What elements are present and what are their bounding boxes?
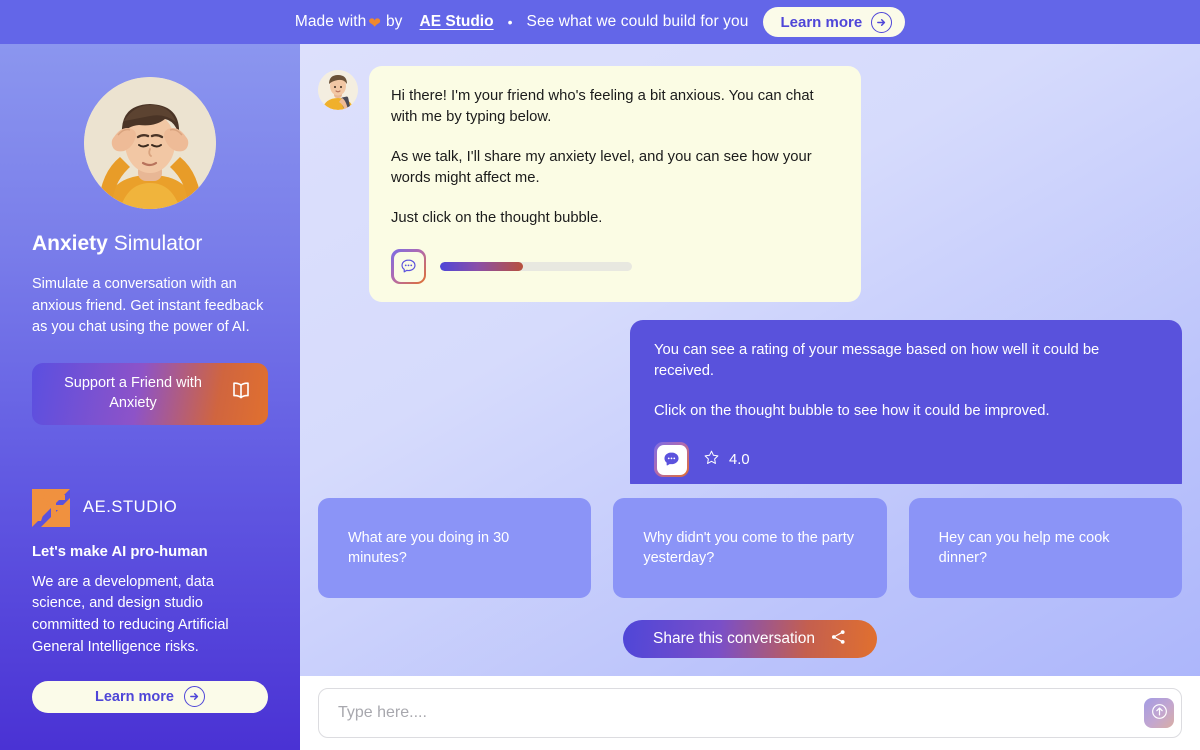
body-row: Anxiety Simulator Simulate a conversatio…	[0, 44, 1200, 750]
banner-learn-more-label: Learn more	[780, 13, 863, 31]
bot-message-bubble: Hi there! I'm your friend who's feeling …	[369, 66, 861, 302]
thought-bubble-button[interactable]	[391, 249, 426, 284]
support-button-label: Support a Friend with Anxiety	[64, 374, 202, 411]
bot-paragraph-1: Hi there! I'm your friend who's feeling …	[391, 88, 814, 125]
suggestion-card-3[interactable]: Hey can you help me cook dinner?	[908, 498, 1182, 598]
suggestion-card-1[interactable]: What are you doing in 30 minutes?	[318, 498, 592, 598]
suggestion-list: What are you doing in 30 minutes? Why di…	[300, 498, 1200, 598]
thought-bubble-icon	[656, 444, 687, 475]
page-title-rest: Simulator	[107, 232, 203, 255]
thought-bubble-icon	[393, 251, 424, 282]
sidebar-learn-more-button[interactable]: Learn more	[32, 680, 268, 713]
sidebar-learn-more-label: Learn more	[95, 688, 174, 705]
suggestion-card-2[interactable]: Why didn't you come to the party yesterd…	[613, 498, 887, 598]
ae-studio-header: AE.STUDIO	[32, 488, 268, 527]
banner-separator: •	[507, 14, 513, 30]
support-a-friend-button[interactable]: Support a Friend with Anxiety	[32, 362, 268, 425]
share-button-label: Share this conversation	[653, 630, 815, 647]
anxiety-level-fill	[440, 262, 523, 271]
ae-studio-block: AE.STUDIO Let's make AI pro-human We are…	[32, 488, 268, 713]
share-row: Share this conversation	[300, 620, 1200, 658]
promo-banner: Made with ❤ by AE Studio • See what we c…	[0, 0, 1200, 44]
ae-studio-logo-icon	[32, 488, 70, 527]
chat-message-list: Hi there! I'm your friend who's feeling …	[300, 44, 1200, 484]
banner-by: by	[385, 13, 403, 30]
anxiety-level-bar	[440, 262, 632, 271]
sidebar: Anxiety Simulator Simulate a conversatio…	[0, 44, 300, 750]
banner-prefix: Made with	[294, 13, 367, 30]
arrow-right-circle-icon	[183, 686, 205, 708]
arrow-up-circle-icon	[1150, 702, 1169, 724]
star-outline-icon	[703, 449, 720, 470]
suggestion-label: Hey can you help me cook dinner?	[938, 529, 1110, 566]
open-book-icon	[230, 380, 252, 407]
chat-message-bot: Hi there! I'm your friend who's feeling …	[318, 66, 1182, 302]
bot-paragraph-3: Just click on the thought bubble.	[391, 210, 603, 226]
share-nodes-icon	[829, 628, 847, 651]
banner-tagline: See what we could build for you	[526, 13, 749, 30]
user-message-meta: 4.0	[654, 442, 1158, 477]
send-message-button[interactable]	[1144, 698, 1174, 728]
app-description: Simulate a conversation with an anxious …	[32, 276, 264, 336]
ae-studio-name: AE.STUDIO	[83, 498, 178, 517]
user-paragraph-1: You can see a rating of your message bas…	[654, 342, 1100, 379]
suggestion-label: Why didn't you come to the party yesterd…	[643, 529, 855, 566]
message-rating: 4.0	[703, 449, 750, 470]
arrow-right-circle-icon	[871, 11, 893, 33]
app-root: Made with ❤ by AE Studio • See what we c…	[0, 0, 1200, 750]
thought-bubble-button[interactable]	[654, 442, 689, 477]
composer-bar	[300, 676, 1200, 750]
ae-studio-tagline: Let's make AI pro-human	[32, 543, 208, 560]
composer-input-shell	[318, 688, 1182, 738]
ae-studio-link[interactable]: AE Studio	[420, 13, 494, 31]
heart-icon: ❤	[368, 14, 381, 32]
page-title: Anxiety Simulator	[32, 231, 268, 256]
user-paragraph-2: Click on the thought bubble to see how i…	[654, 403, 1050, 419]
page-title-bold: Anxiety	[32, 232, 108, 255]
suggestion-label: What are you doing in 30 minutes?	[348, 529, 510, 566]
ae-studio-description: We are a development, data science, and …	[32, 573, 229, 655]
banner-learn-more-button[interactable]: Learn more	[763, 7, 906, 37]
message-input[interactable]	[338, 704, 1144, 722]
chat-message-user: You can see a rating of your message bas…	[318, 320, 1182, 484]
bot-message-meta	[391, 249, 839, 284]
user-message-bubble: You can see a rating of your message bas…	[630, 320, 1182, 484]
rating-value: 4.0	[729, 451, 750, 468]
share-conversation-button[interactable]: Share this conversation	[623, 620, 877, 658]
bot-paragraph-2: As we talk, I'll share my anxiety level,…	[391, 149, 812, 186]
anxious-person-avatar	[84, 77, 216, 209]
main-panel: Hi there! I'm your friend who's feeling …	[300, 44, 1200, 750]
friend-avatar	[318, 70, 358, 110]
